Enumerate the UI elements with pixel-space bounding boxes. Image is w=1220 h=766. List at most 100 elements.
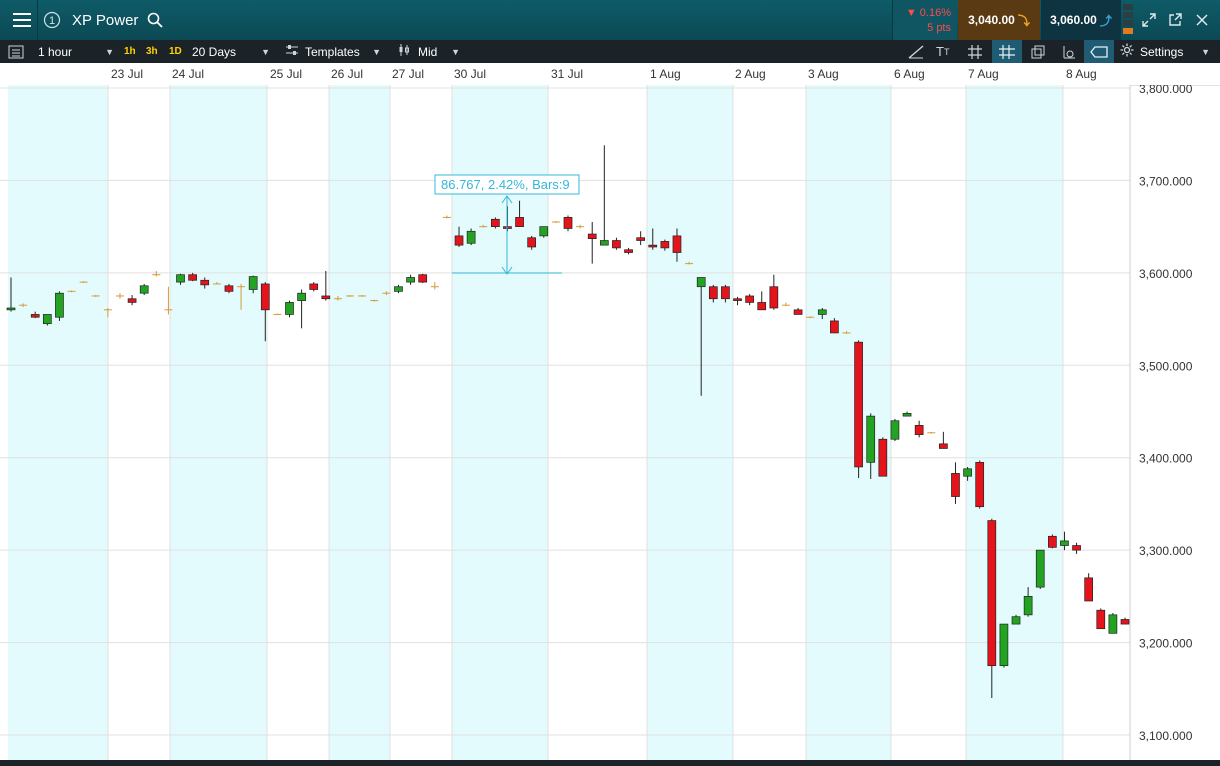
candle-body [539,226,549,237]
candle-body [757,302,767,311]
candle-body [1096,609,1106,630]
candle-body [1120,619,1130,625]
candle-body [1023,596,1033,616]
candle-body [55,292,64,318]
candle-body [260,283,270,311]
candle-body [285,302,294,315]
candle-body [878,438,888,477]
date-label: 3 Aug [808,67,839,81]
grid-icon[interactable] [968,40,982,63]
candle-body [418,274,428,283]
candle-body [176,274,185,283]
candle-body [733,298,742,301]
candle-body [1011,616,1021,625]
text-size-icon[interactable]: TT [936,40,949,63]
layers-icon[interactable] [1030,40,1046,63]
expand-icon[interactable] [1138,0,1160,40]
date-label: 23 Jul [111,67,144,81]
trendline-icon[interactable] [908,40,924,63]
instrument-name[interactable]: XP Power [72,0,138,40]
candle-body [939,443,948,449]
y-tick-label: 3,600.000 [1139,267,1193,281]
candle-body [394,286,403,292]
candle-body [587,233,597,240]
menu-icon[interactable] [8,0,36,40]
settings-dropdown[interactable]: Settings ▼ [1120,40,1212,63]
candle-body [890,420,900,440]
down-arrow-icon: ▼ [905,7,917,19]
candle-body [672,235,682,253]
candle-body [636,237,646,241]
candle-body [999,623,1009,667]
instrument-header: 1 XP Power ▼ 0.16% 5 pts 3,040.00 ⤵ 3,06… [0,0,1220,40]
y-tick-label: 3,200.000 [1139,637,1193,651]
candle-body [454,235,464,246]
indicator-icon[interactable] [1060,40,1076,63]
candle-body [188,274,197,281]
candle-body [708,286,718,300]
date-label: 25 Jul [270,67,303,81]
candle-body [612,240,621,249]
interval-label: 1 hour [38,44,73,59]
candle-body [660,241,670,249]
depth-meter-icon [1123,4,1133,36]
candle-body [139,285,149,294]
candle-body [866,415,876,463]
candle-body [902,412,912,417]
info-icon[interactable]: 1 [40,0,64,40]
interval-dropdown[interactable]: 1 hour ▼ [38,40,116,63]
candle-body [1035,549,1045,588]
svg-text:1: 1 [49,15,55,27]
quick-1h-button[interactable]: 1h [124,40,136,63]
quick-1d-button[interactable]: 1D [169,40,182,63]
templates-dropdown[interactable]: Templates ▼ [285,40,383,63]
popout-icon[interactable] [1164,0,1186,40]
change-percent: 0.16% [919,7,951,19]
chart-list-icon[interactable] [8,40,24,63]
date-label: 24 Jul [172,67,205,81]
sell-price: 3,040.00 [968,13,1015,27]
candle-body [648,244,658,248]
candle-body [854,341,863,468]
candle-body [563,217,573,229]
date-label: 26 Jul [331,67,364,81]
date-label: 1 Aug [650,67,681,81]
candle-body [30,314,40,318]
price-type-dropdown[interactable]: Mid ▼ [398,40,462,63]
y-tick-label: 3,300.000 [1139,544,1193,558]
candle-body [127,298,137,303]
candle-body [466,230,476,244]
candle-body [963,468,972,477]
range-dropdown[interactable]: 20 Days ▼ [192,40,272,63]
y-tick-label: 3,700.000 [1139,174,1193,188]
candle-body [793,309,803,315]
crosshair-grid-icon[interactable] [992,40,1022,63]
quick-3h-button[interactable]: 3h [146,40,158,63]
sell-button[interactable]: 3,040.00 ⤵ [958,0,1040,40]
candle-body [527,237,537,248]
candle-body [769,286,779,309]
y-tick-label: 3,800.000 [1139,85,1193,96]
date-label: 8 Aug [1066,67,1097,81]
candle-body [1047,535,1057,548]
price-chart[interactable]: 3,800.000 3,700.000 3,600.000 3,500.000 3,40… [0,82,1220,760]
candle-body [406,277,415,283]
price-type-label: Mid [418,44,438,59]
sell-arrow-icon: ⤵ [1017,13,1030,28]
date-label: 27 Jul [392,67,425,81]
close-icon[interactable] [1190,0,1214,40]
candle-body [297,292,306,301]
candlestick-chart[interactable]: 3,800.000 3,700.000 3,600.000 3,500.000 3,40… [0,82,1220,760]
buy-button[interactable]: 3,060.00 ⤴ [1041,0,1121,40]
measure-label: 86.767, 2.42%, Bars:9 [441,177,570,192]
search-icon[interactable] [144,0,166,40]
candle-body [951,473,960,497]
candle-body [1060,540,1069,546]
buy-price: 3,060.00 [1050,13,1097,27]
candle-body [599,240,609,246]
tag-icon[interactable] [1084,40,1114,63]
candle-body [817,309,827,315]
candle-body [624,249,633,253]
gear-icon [1120,43,1134,60]
candle-body [6,307,16,311]
